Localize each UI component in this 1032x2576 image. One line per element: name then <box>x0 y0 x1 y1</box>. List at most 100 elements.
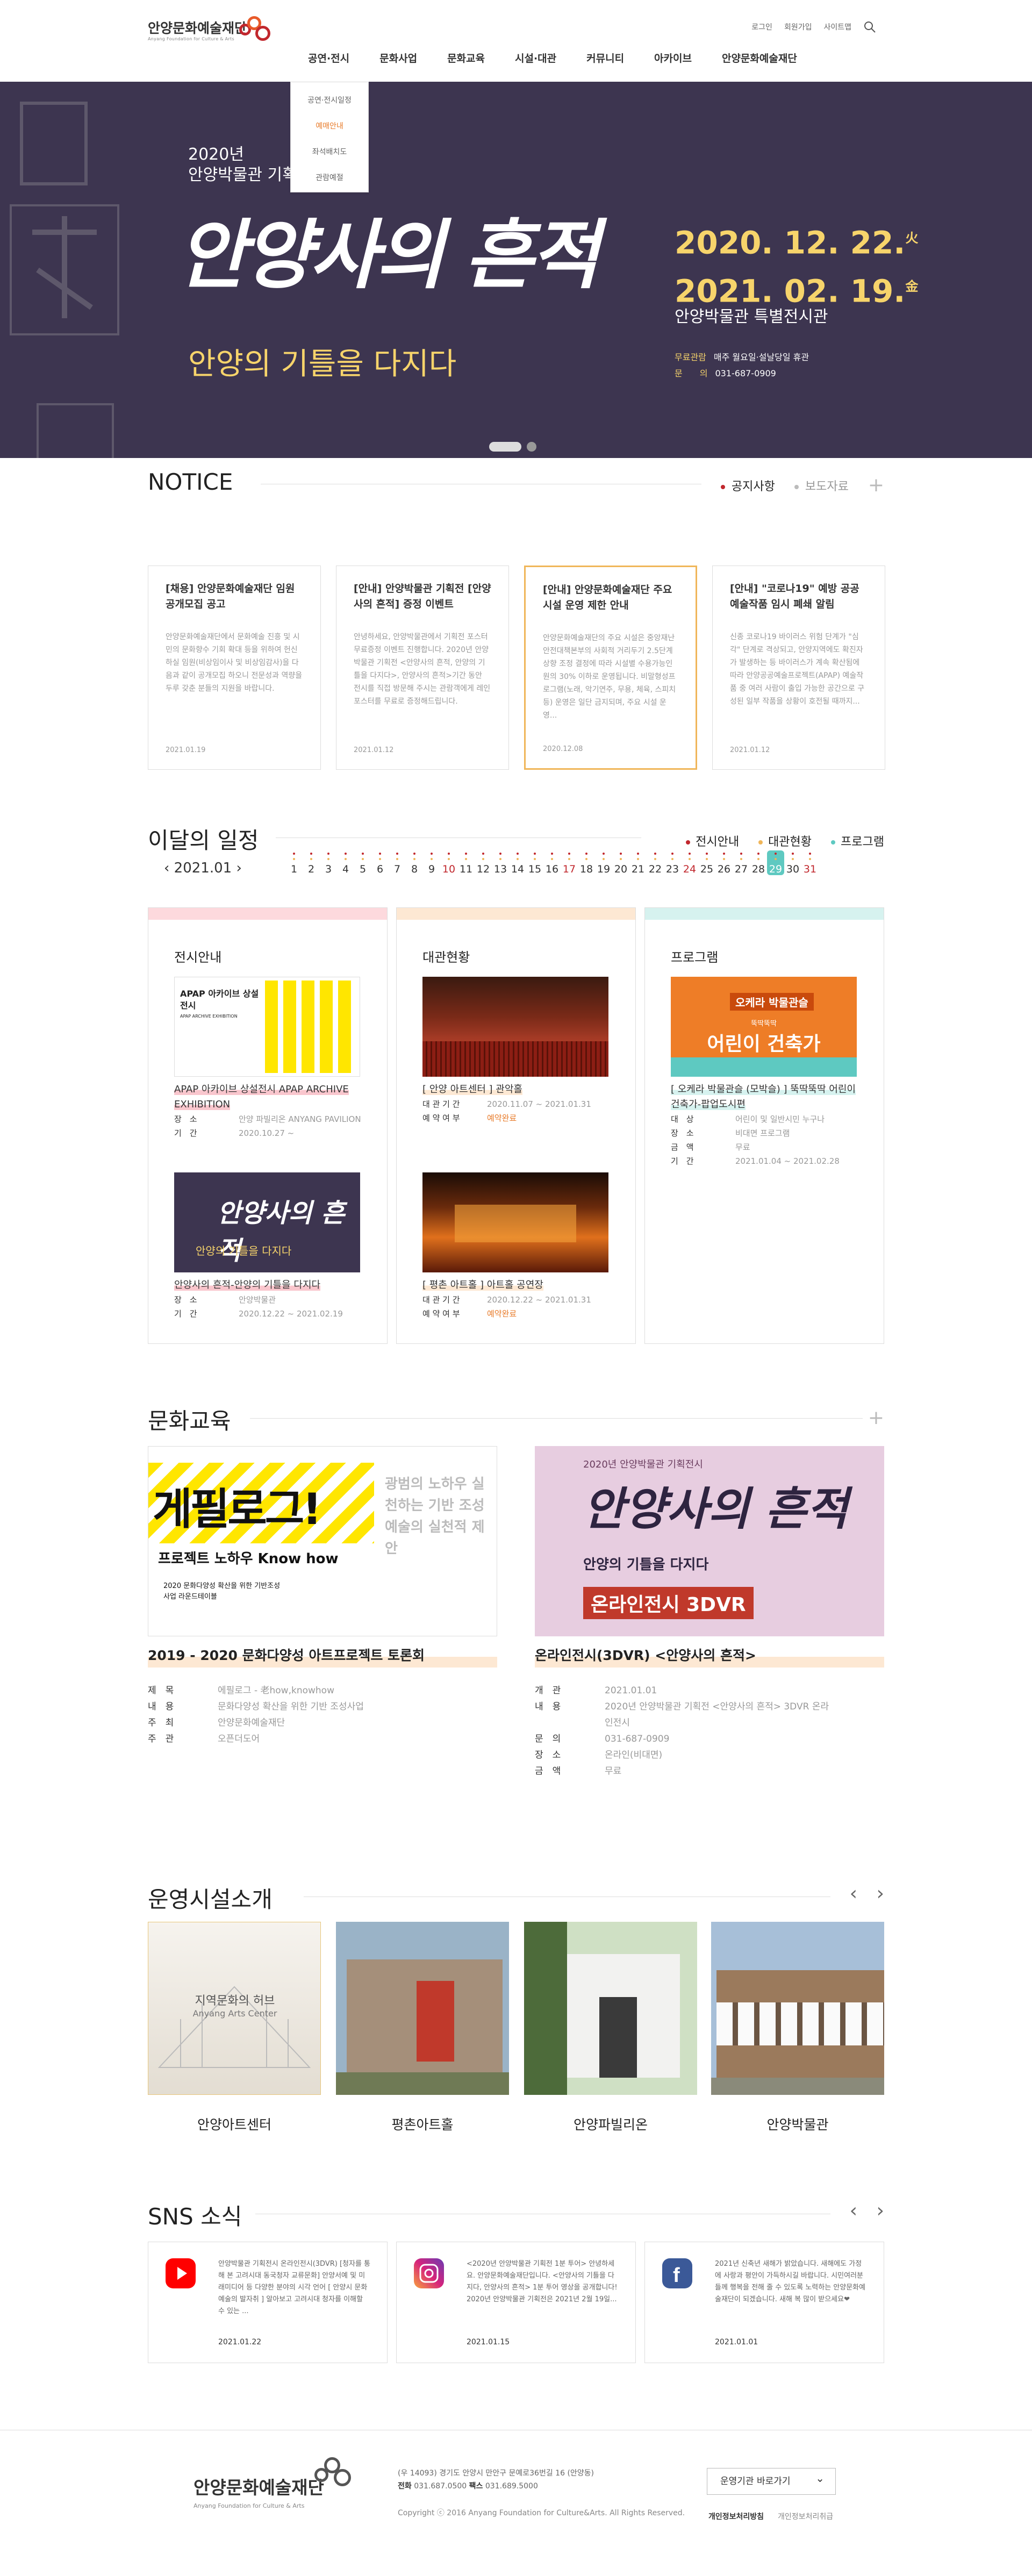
tab-notice[interactable]: 공지사항 <box>720 477 775 494</box>
exhibit-item[interactable]: 안양사의 흔적 안양의 기틀을 다지다 안양사의 흔적-안양의 기틀을 다지다 … <box>174 1172 362 1321</box>
poster-online: 온라인전시 3DVR <box>583 1587 754 1619</box>
day-cell[interactable]: 27 <box>733 850 750 875</box>
day-cell[interactable]: 22 <box>647 850 664 875</box>
prev-arrow-icon[interactable]: ‹ <box>850 1883 857 1905</box>
nav-performance[interactable]: 공연·전시 <box>293 51 364 67</box>
facility-card[interactable]: 지역문화의 허브 Anyang Arts Center 안양아트센터 <box>148 1922 321 2134</box>
program-row: 기 간 2021.01.04 ~ 2021.02.28 <box>671 1154 859 1168</box>
slide-dot-active[interactable] <box>489 442 521 452</box>
footer-logo[interactable]: 안양문화예술재단 Anyang Foundation for Culture &… <box>194 2473 324 2509</box>
notice-card[interactable]: [안내] "코로나19" 예방 공공예술작품 임시 폐쇄 알림 신종 코로나19 … <box>712 566 885 770</box>
day-cell[interactable]: 26 <box>715 850 733 875</box>
day-cell[interactable]: 1 <box>285 850 303 875</box>
sns-card-facebook[interactable]: f 2021년 신축년 새해가 밝았습니다. 새해에도 가정에 사랑과 평안이 … <box>644 2242 884 2363</box>
nav-culture-education[interactable]: 문화교육 <box>432 51 500 67</box>
edu-item-title[interactable]: 온라인전시(3DVR) <안양사의 흔적> <box>535 1645 884 1668</box>
day-cell[interactable]: 14 <box>509 850 526 875</box>
facility-card[interactable]: 안양박물관 <box>711 1922 884 2134</box>
facility-card[interactable]: 안양파빌리온 <box>524 1922 697 2134</box>
privacy-handling-link[interactable]: 개인정보처리취급 <box>778 2511 833 2522</box>
day-cell[interactable]: 29 <box>767 850 784 875</box>
facility-card[interactable]: 평촌아트홀 <box>336 1922 509 2134</box>
day-cell[interactable]: 25 <box>698 850 715 875</box>
row-value: 2020.11.07 ~ 2021.01.31 <box>487 1099 591 1109</box>
nav-facility[interactable]: 시설·대관 <box>500 51 571 67</box>
ground <box>336 2072 509 2095</box>
nav-community[interactable]: 커뮤니티 <box>571 51 639 67</box>
day-cell[interactable]: 9 <box>423 850 440 875</box>
search-icon[interactable] <box>863 20 876 33</box>
plus-icon[interactable]: + <box>868 474 884 496</box>
day-cell[interactable]: 3 <box>320 850 337 875</box>
submenu-etiquette[interactable]: 관람예절 <box>291 165 368 191</box>
tab-press[interactable]: 보도자료 <box>794 477 849 494</box>
next-month-icon[interactable]: › <box>236 860 241 876</box>
day-cell[interactable]: 16 <box>543 850 561 875</box>
main-visual-banner[interactable]: 2020년 안양박물관 기획전시 안양사의 흔적 안양의 기틀을 다지다 202… <box>0 82 1032 458</box>
exhibit-item[interactable]: APAP 아카이브 상설전시 APAP ARCHIVE EXHIBITION A… <box>174 977 362 1140</box>
day-cell[interactable]: 10 <box>440 850 457 875</box>
day-cell[interactable]: 2 <box>303 850 320 875</box>
row-key: 제 목 <box>148 1685 174 1696</box>
day-cell[interactable]: 20 <box>612 850 629 875</box>
sns-card-youtube[interactable]: 안양박물관 기획전시 온라인전시(3DVR) [청자를 통해 본 고려시대 동국… <box>148 2242 388 2363</box>
edu-row: 문 의 031-687-0909 <box>535 1731 836 1747</box>
rental-item[interactable]: [ 안양 아트센터 ] 관악홀 대 관 기 간 2020.11.07 ~ 2021… <box>422 977 611 1125</box>
submenu-booking[interactable]: 예매안내 <box>291 113 368 139</box>
day-cell[interactable]: 5 <box>354 850 371 875</box>
nav-foundation[interactable]: 안양문화예술재단 <box>707 51 812 67</box>
signup-link[interactable]: 회원가입 <box>784 22 812 32</box>
notice-card-active[interactable]: [안내] 안양문화예술재단 주요 시설 운영 제한 안내 안양문화예술재단의 주요… <box>524 566 697 770</box>
day-cell[interactable]: 28 <box>750 850 767 875</box>
day-cell[interactable]: 8 <box>406 850 423 875</box>
rental-item[interactable]: [ 평촌 아트홀 ] 아트홀 공연장 대 관 기 간 2020.12.22 ~ 2… <box>422 1172 611 1321</box>
site-logo[interactable]: 안양문화예술재단 Anyang Foundation for Culture &… <box>148 16 270 41</box>
next-arrow-icon[interactable]: › <box>877 1883 884 1905</box>
day-cell[interactable]: 24 <box>681 850 698 875</box>
sitemap-link[interactable]: 사이트맵 <box>823 22 851 32</box>
day-cell[interactable]: 13 <box>492 850 509 875</box>
next-arrow-icon[interactable]: › <box>877 2200 884 2222</box>
family-site-select[interactable]: 운영기관 바로가기 <box>707 2465 836 2495</box>
program-item[interactable]: 오케라 박물관슬 뚝딱뚝딱 어린이 건축가 [ 오케라 박물관슬 (모박슬) ]… <box>671 977 859 1168</box>
notice-card[interactable]: [안내] 안양박물관 기획전 [안양사의 흔적] 증정 이벤트 안녕하세요, 안양… <box>336 566 509 770</box>
day-cell[interactable]: 17 <box>561 850 578 875</box>
day-cell[interactable]: 12 <box>475 850 492 875</box>
rental-row: 예 약 여 부 예약완료 <box>422 1111 611 1125</box>
day-cell[interactable]: 21 <box>629 850 647 875</box>
poster-band <box>671 1057 857 1077</box>
privacy-policy-link[interactable]: 개인정보처리방침 <box>708 2511 764 2522</box>
slide-dot[interactable] <box>527 442 536 452</box>
prev-arrow-icon[interactable]: ‹ <box>850 2200 857 2222</box>
row-value: 오픈더도어 <box>218 1734 260 1744</box>
notice-card[interactable]: [채용] 안양문화예술재단 임원 공개모집 공고 안양문화예술재단에서 문화예술 … <box>148 566 321 770</box>
facility-photo: 지역문화의 허브 Anyang Arts Center <box>148 1922 321 2095</box>
facility-name: 평촌아트홀 <box>391 2117 454 2133</box>
login-link[interactable]: 로그인 <box>751 22 772 32</box>
edu-poster-1[interactable]: 게필로그! 프로젝트 노하우 Know how 광범의 노하우 실천하는 기반 … <box>148 1446 497 1636</box>
nav-culture-business[interactable]: 문화사업 <box>364 51 432 67</box>
day-cell[interactable]: 4 <box>337 850 354 875</box>
rental-name-text: [ 안양 아트센터 ] 관악홀 <box>422 1084 522 1095</box>
day-cell[interactable]: 30 <box>784 850 801 875</box>
booking-status: 예약완료 <box>487 1309 517 1319</box>
plus-icon[interactable]: + <box>868 1408 884 1428</box>
nav-archive[interactable]: 아카이브 <box>639 51 707 67</box>
day-cell[interactable]: 11 <box>457 850 475 875</box>
prev-month-icon[interactable]: ‹ <box>164 860 169 876</box>
submenu-seating[interactable]: 좌석배치도 <box>291 139 368 165</box>
edu-item-title[interactable]: 2019 - 2020 문화다양성 아트프로젝트 토론회 <box>148 1645 497 1668</box>
day-cell[interactable]: 18 <box>578 850 595 875</box>
submenu-schedule[interactable]: 공연·전시일정 <box>291 88 368 113</box>
poster-note: 2020 문화다양성 확산을 위한 기반조성사업 라운드테이블 <box>163 1582 281 1601</box>
sns-card-instagram[interactable]: <2020년 안양박물관 기획전 1분 투어> 안녕하세요. 안양문화예술재단입… <box>396 2242 636 2363</box>
day-cell[interactable]: 31 <box>801 850 819 875</box>
day-cell[interactable]: 19 <box>595 850 612 875</box>
day-cell[interactable]: 23 <box>664 850 681 875</box>
day-cell[interactable]: 7 <box>389 850 406 875</box>
day-cell[interactable]: 6 <box>371 850 389 875</box>
edu-poster-2[interactable]: 2020년 안양박물관 기획전시 안양사의 흔적 안양의 기틀을 다지다 온라인… <box>535 1446 884 1636</box>
box-color-bar <box>645 908 884 920</box>
notice-card-title: [채용] 안양문화예술재단 임원 공개모집 공고 <box>166 583 295 610</box>
day-cell[interactable]: 15 <box>526 850 543 875</box>
